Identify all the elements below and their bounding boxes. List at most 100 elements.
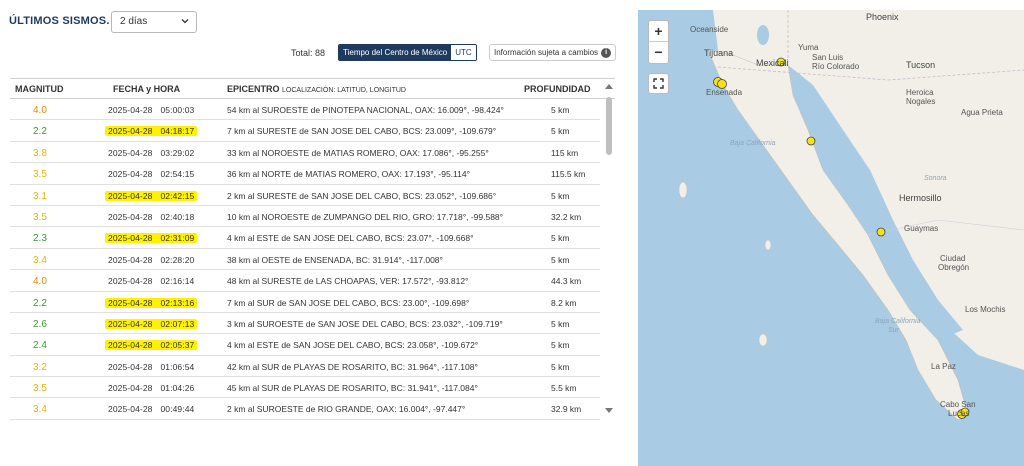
row-magnitude: 3.4	[33, 404, 47, 416]
row-epicenter: 4 km al ESTE de SAN JOSE DEL CABO, BCS: …	[227, 233, 474, 244]
row-magnitude: 2.2	[33, 297, 47, 309]
table-row[interactable]: 3.5 2025-04-28 02:40:18 10 km al NOROESTE d…	[10, 206, 600, 228]
period-select[interactable]: 2 días	[111, 11, 197, 33]
table-row[interactable]: 2.2 2025-04-28 02:13:16 7 km al SUR de SAN …	[10, 292, 600, 313]
row-date: 2025-04-28	[108, 233, 153, 244]
info-button[interactable]: Información sujeta a cambios i	[489, 44, 617, 61]
row-magnitude: 2.3	[33, 233, 47, 245]
row-epicenter: 4 km al ESTE de SAN JOSE DEL CABO, BCS: …	[227, 340, 479, 351]
row-time: 02:28:20	[160, 254, 195, 265]
map-canvas	[638, 10, 1024, 466]
table-row[interactable]: 3.2 2025-04-28 01:06:54 42 km al SUR de PLA…	[10, 356, 600, 378]
map-label-sonora: Sonora	[924, 175, 947, 182]
row-magnitude: 3.1	[33, 190, 47, 202]
map-label-rio-colorado: Río Colorado	[812, 62, 860, 71]
map-label-tijuana: Tijuana	[704, 48, 734, 58]
row-epicenter: 48 km al SURESTE de LAS CHOAPAS, VER: 17…	[227, 276, 469, 287]
row-depth: 5.5 km	[551, 383, 577, 394]
table-row[interactable]: 3.5 2025-04-28 01:04:26 45 km al SUR de PLA…	[10, 377, 600, 399]
table-row[interactable]: 3.5 2025-04-28 02:54:15 36 km al NORTE de M…	[10, 163, 600, 185]
map-label-guaymas: Guaymas	[904, 224, 939, 233]
row-datetime: 2025-04-28 02:42:15	[105, 190, 198, 201]
table-row[interactable]: 3.4 2025-04-28 00:49:44 2 km al SUROESTE de…	[10, 398, 600, 420]
zoom-in-button[interactable]: +	[649, 21, 668, 42]
row-datetime: 2025-04-28 02:07:13	[105, 318, 198, 329]
row-epicenter: 7 km al SUR de SAN JOSE DEL CABO, BCS: 2…	[227, 297, 470, 308]
row-date: 2025-04-28	[108, 318, 153, 329]
column-epicentro-label: EPICENTRO	[227, 84, 280, 94]
map-label-baja-sur: Baja California	[875, 318, 921, 325]
row-datetime: 2025-04-28 05:00:03	[105, 105, 197, 115]
row-time: 02:13:16	[160, 297, 195, 308]
table-row[interactable]: 3.4 2025-04-28 02:28:20 38 km al OESTE de E…	[10, 249, 600, 271]
row-time: 02:16:14	[160, 276, 195, 287]
row-date: 2025-04-28	[108, 105, 153, 115]
table-row[interactable]: 2.2 2025-04-28 04:18:17 7 km al SURESTE de …	[10, 120, 600, 142]
period-select-value: 2 días	[120, 16, 148, 27]
earthquake-panel: ÚLTIMOS SISMOS. 2 días Total: 88 Tiempo …	[0, 0, 625, 466]
row-depth: 5 km	[551, 340, 570, 351]
column-magnitud[interactable]: MAGNITUD	[15, 84, 64, 94]
column-profundidad[interactable]: PROFUNDIDAD	[524, 84, 591, 94]
row-magnitude: 4.0	[33, 105, 47, 116]
row-time: 04:18:17	[160, 126, 195, 137]
row-datetime: 2025-04-28 01:04:26	[105, 383, 197, 393]
row-datetime: 2025-04-28 03:29:02	[105, 148, 197, 158]
row-time: 01:04:26	[160, 383, 195, 394]
map-label-baja-sur-2: Sur	[888, 327, 899, 334]
scroll-thumb[interactable]	[606, 97, 612, 155]
table-row[interactable]: 2.4 2025-04-28 02:05:37 4 km al ESTE de SAN…	[10, 334, 600, 356]
table-row[interactable]: 4.0 2025-04-28 05:00:03 54 km al SUROESTE d…	[10, 99, 600, 121]
zoom-out-button[interactable]: −	[649, 42, 668, 63]
time-toggle-cdmx[interactable]: Tiempo del Centro de México	[339, 45, 452, 60]
table-row[interactable]: 3.1 2025-04-28 02:42:15 2 km al SURESTE de …	[10, 185, 600, 206]
row-magnitude: 2.6	[33, 318, 47, 330]
row-magnitude: 3.5	[33, 211, 47, 223]
map-label-obregon: Obregón	[938, 263, 970, 272]
map-label-oceanside: Oceanside	[690, 25, 729, 34]
chevron-down-icon	[181, 19, 189, 24]
map-label-baja: Baja California	[730, 140, 776, 147]
table-row[interactable]: 3.8 2025-04-28 03:29:02 33 km al NOROESTE d…	[10, 142, 600, 164]
table-scrollbar[interactable]	[603, 82, 615, 417]
row-datetime: 2025-04-28 02:31:09	[105, 233, 198, 244]
time-toggle-utc[interactable]: UTC	[451, 45, 476, 60]
row-magnitude: 3.4	[33, 254, 47, 266]
row-date: 2025-04-28	[108, 126, 153, 137]
row-depth: 5 km	[551, 254, 570, 265]
row-epicenter: 7 km al SURESTE de SAN JOSE DEL CABO, BC…	[227, 126, 497, 137]
row-date: 2025-04-28	[108, 340, 153, 351]
column-epicentro[interactable]: EPICENTRO LOCALIZACIÓN: LATITUD, LONGITU…	[227, 84, 406, 94]
table-row[interactable]: 2.6 2025-04-28 02:07:13 3 km al SUROESTE de…	[10, 313, 600, 335]
row-epicenter: 10 km al NOROESTE de ZUMPANGO DEL RIO, G…	[227, 211, 504, 222]
total-count: Total: 88	[291, 48, 326, 58]
zoom-control: + −	[648, 20, 669, 64]
map-label-cabo: Cabo San	[940, 400, 976, 409]
fullscreen-button[interactable]	[648, 73, 669, 94]
row-datetime: 2025-04-28 02:13:16	[105, 297, 198, 308]
row-time: 05:00:03	[160, 105, 195, 115]
row-epicenter: 2 km al SURESTE de SAN JOSE DEL CABO, BC…	[227, 190, 497, 201]
row-epicenter: 42 km al SUR de PLAYAS DE ROSARITO, BC: …	[227, 361, 478, 372]
row-magnitude: 3.2	[33, 361, 47, 373]
row-depth: 115 km	[551, 147, 579, 158]
map-label-los-mochis: Los Mochis	[965, 305, 1006, 314]
column-fecha[interactable]: FECHA y HORA	[113, 84, 180, 94]
scroll-down-icon[interactable]	[604, 407, 614, 415]
row-magnitude: 2.2	[33, 126, 47, 138]
table-row[interactable]: 2.3 2025-04-28 02:31:09 4 km al ESTE de SAN…	[10, 227, 600, 249]
row-date: 2025-04-28	[108, 276, 153, 287]
row-date: 2025-04-28	[108, 147, 153, 158]
fullscreen-icon	[653, 78, 664, 89]
scroll-up-icon[interactable]	[604, 82, 614, 90]
row-time: 02:05:37	[160, 340, 195, 351]
map-label-ciudad: Ciudad	[940, 254, 966, 263]
time-toggle: Tiempo del Centro de México UTC	[338, 44, 477, 61]
row-depth: 8.2 km	[551, 297, 577, 308]
row-depth: 32.2 km	[551, 211, 582, 222]
map[interactable]: Phoenix Oceanside Tijuana Mexicali San L…	[638, 10, 1024, 466]
table-row[interactable]: 4.0 2025-04-28 02:16:14 48 km al SURESTE de…	[10, 270, 600, 292]
row-datetime: 2025-04-28 04:18:17	[105, 126, 198, 137]
map-label-hermosillo: Hermosillo	[899, 193, 942, 203]
table-header: MAGNITUD FECHA y HORA EPICENTRO LOCALIZA…	[10, 78, 615, 99]
